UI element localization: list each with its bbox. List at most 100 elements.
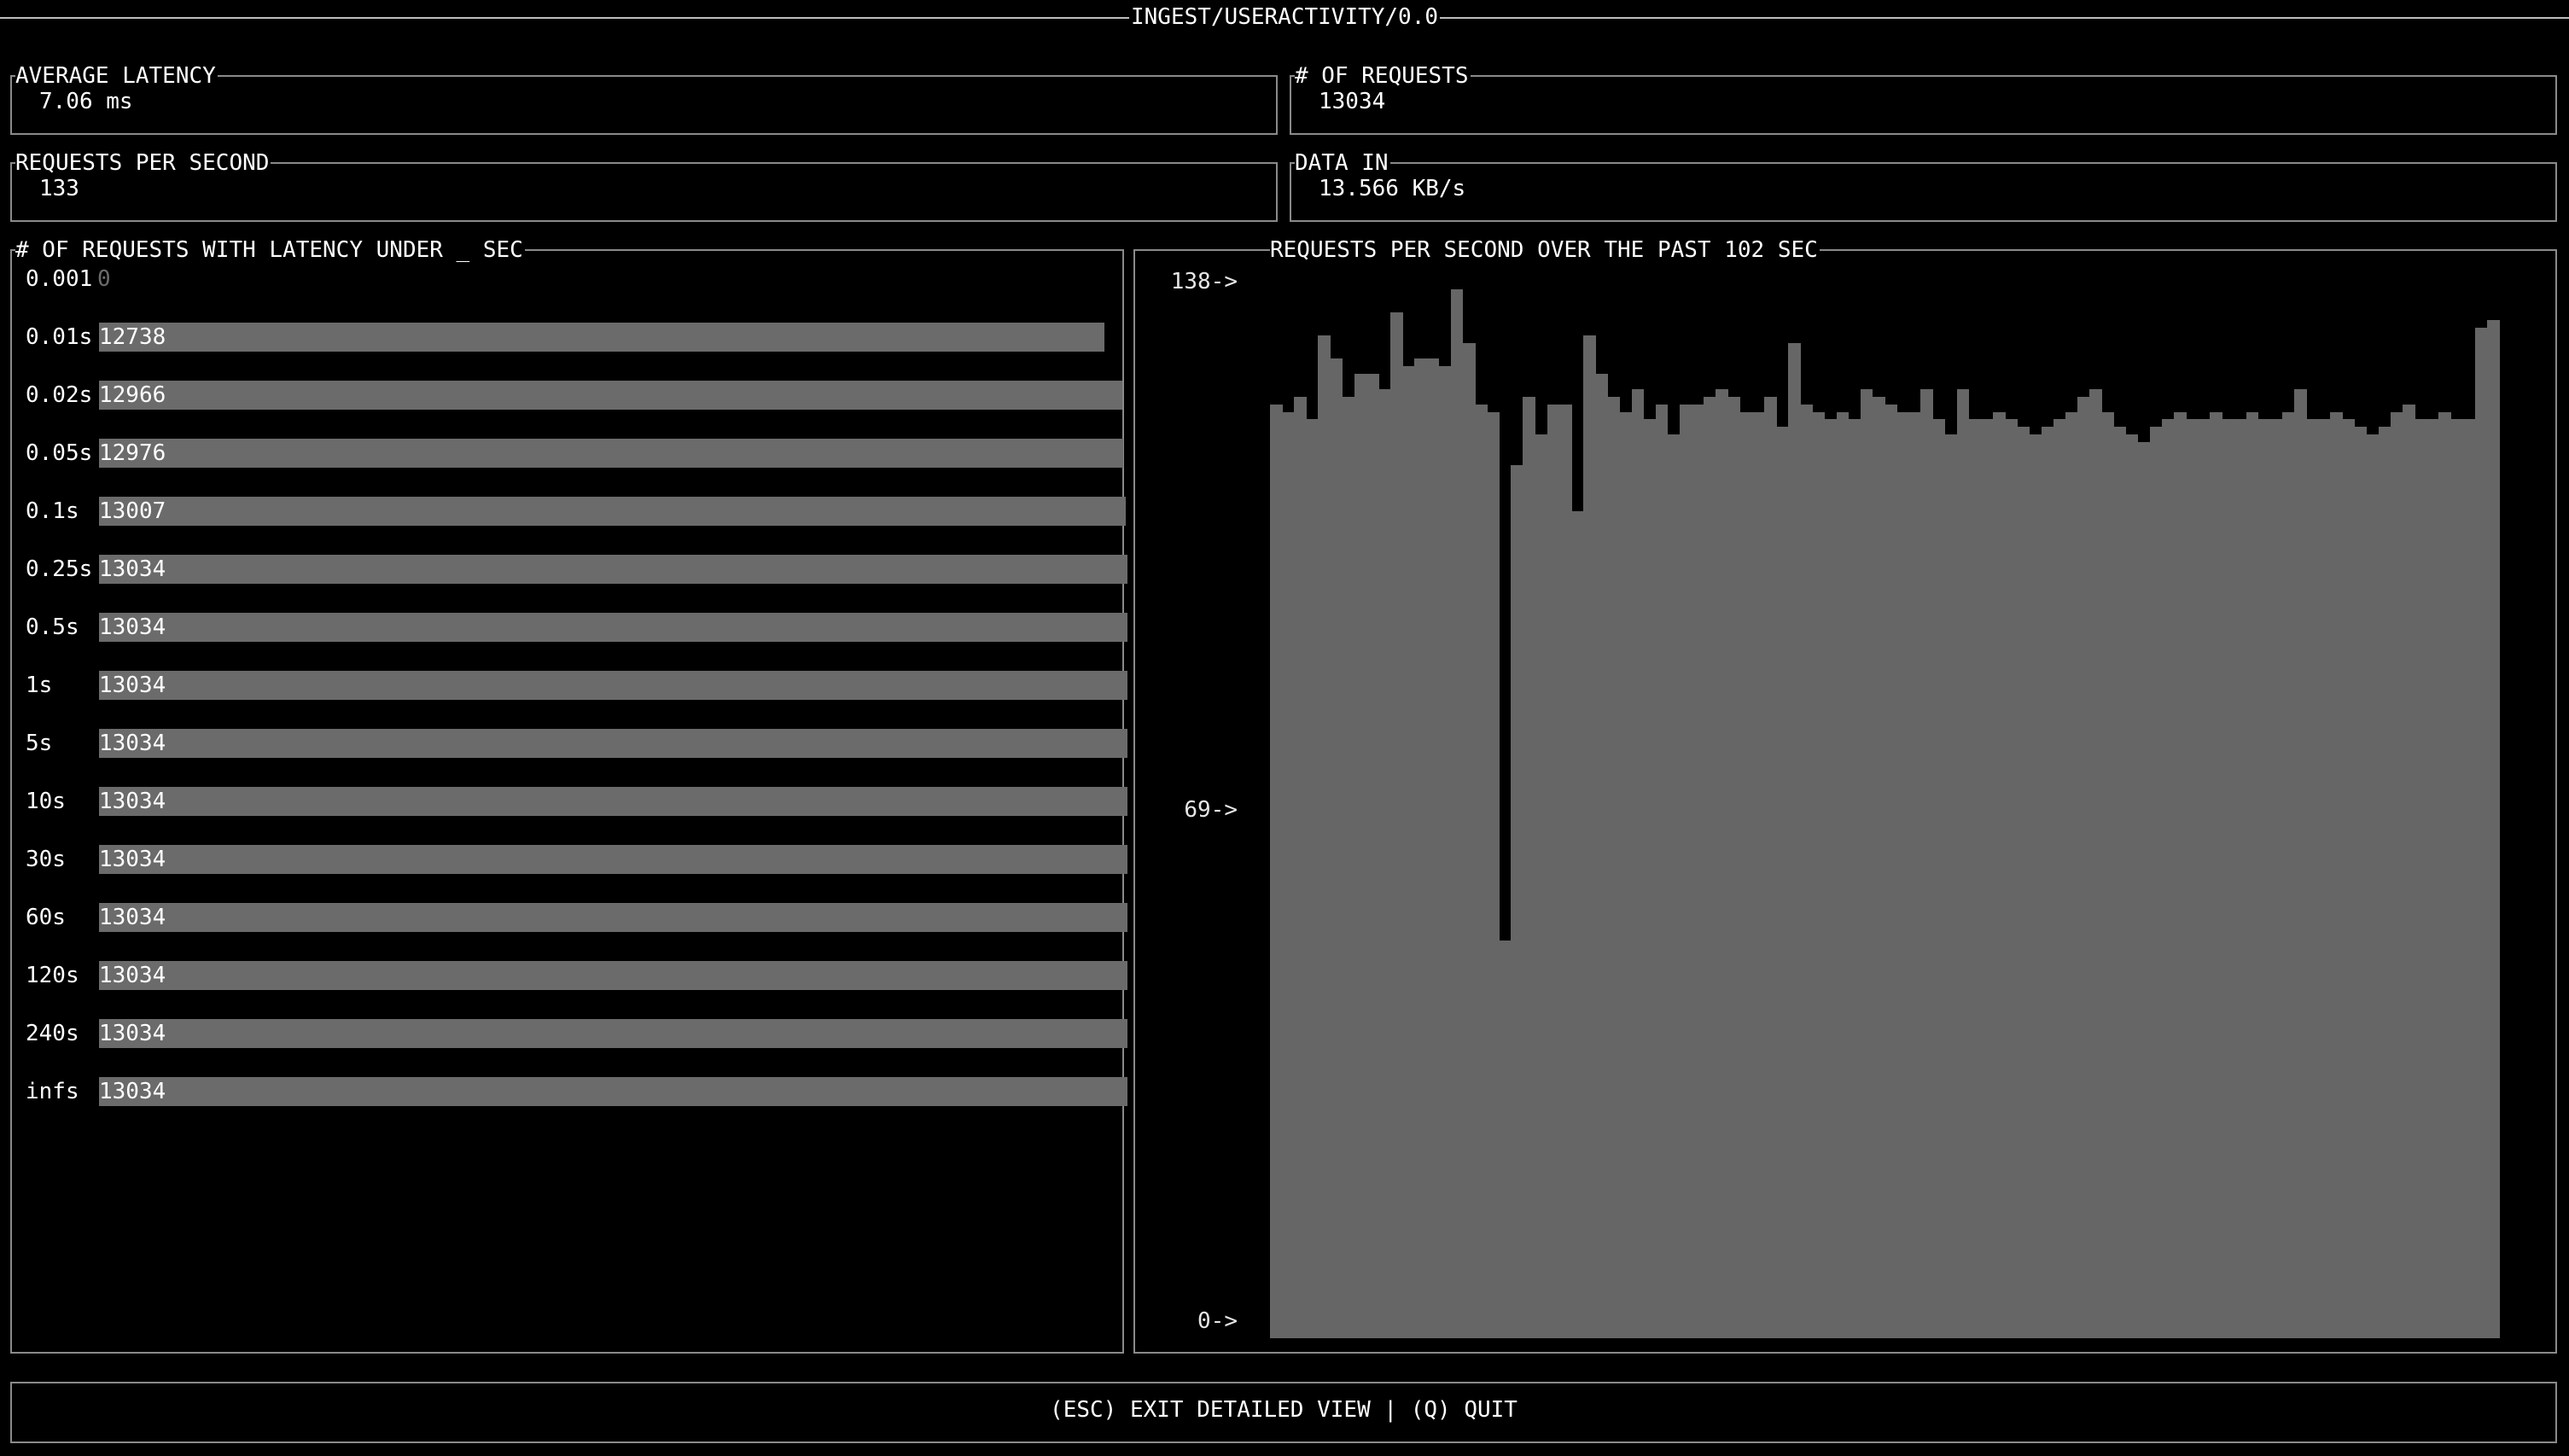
rps-bar <box>1739 411 1753 1338</box>
histogram-count: 13034 <box>99 614 166 640</box>
rps-bar <box>2234 419 2247 1338</box>
rps-bar <box>2246 411 2259 1338</box>
rps-bar <box>1511 465 1524 1338</box>
rps-bar <box>2089 388 2102 1338</box>
rps-bar <box>2029 434 2042 1338</box>
histogram-count: 13034 <box>99 847 166 872</box>
rps-bar <box>1487 411 1500 1338</box>
histogram-row-label: infs <box>26 1079 79 1104</box>
footer-text: (ESC) EXIT DETAILED VIEW | (Q) QUIT <box>12 1395 2555 1424</box>
histogram-bar <box>99 903 1127 932</box>
rps-bar <box>1558 404 1572 1338</box>
rps-bar <box>1800 404 1813 1338</box>
histogram-row-label: 1s <box>26 673 53 698</box>
histogram-count: 13034 <box>99 673 166 698</box>
rps-bar <box>1523 396 1536 1338</box>
histogram-bar <box>99 439 1123 468</box>
rps-bar <box>2438 411 2452 1338</box>
rps-bar <box>1848 419 1861 1338</box>
rps-bar <box>1366 373 1379 1338</box>
histogram-row-label: 30s <box>26 847 66 872</box>
rps-bar <box>1727 396 1741 1338</box>
page-title: INGEST/USERACTIVITY/0.0 <box>1128 4 1441 30</box>
rps-bar <box>1944 434 1958 1338</box>
histogram-count: 13034 <box>99 905 166 930</box>
rps-bar <box>1680 404 1692 1338</box>
histogram-row-label: 0.5s <box>26 614 79 640</box>
histogram-count: 13034 <box>99 1021 166 1046</box>
rps-bar <box>1438 365 1452 1338</box>
latency-histogram-panel: # OF REQUESTS WITH LATENCY UNDER _ SEC 0… <box>10 236 1127 1354</box>
rps-bar <box>1824 419 1838 1338</box>
histogram-bar <box>99 555 1127 584</box>
page-title-wrap: INGEST/USERACTIVITY/0.0 <box>0 3 2569 32</box>
rps-bar <box>2354 427 2368 1338</box>
histogram-bar <box>99 1077 1127 1106</box>
rps-bar <box>1414 358 1428 1338</box>
y-tick-label: 138-> <box>1170 269 1238 294</box>
histogram-row-label: 5s <box>26 731 53 756</box>
histogram-bar <box>99 729 1127 758</box>
rps-bar <box>1378 388 1391 1338</box>
rps-bar <box>1908 411 1921 1338</box>
rps-bar <box>1704 396 1716 1338</box>
histogram-bar <box>99 671 1127 700</box>
rps-bar <box>1631 388 1645 1338</box>
quit-button[interactable]: (Q) QUIT <box>1411 1397 1518 1423</box>
rps-chart-title: REQUESTS PER SECOND OVER THE PAST 102 SE… <box>1270 236 1820 265</box>
rps-bar <box>2269 419 2283 1338</box>
rps-bar <box>1607 396 1620 1338</box>
data-in-value: 13.566 KB/s <box>1319 176 1466 201</box>
rps-bar <box>2053 419 2066 1338</box>
histogram-row-label: 0.05s <box>26 440 93 466</box>
rps-bar <box>1499 940 1512 1338</box>
rps-bar <box>2403 404 2415 1338</box>
average-latency-label: AVERAGE LATENCY <box>15 61 218 90</box>
histogram-count: 13034 <box>99 731 166 756</box>
rps-bar <box>1812 411 1825 1338</box>
rps-bar <box>1426 358 1440 1338</box>
requests-per-second-box: REQUESTS PER SECOND 133 <box>10 149 1278 222</box>
rps-bar <box>2161 419 2175 1338</box>
rps-bar <box>2017 427 2030 1338</box>
rps-bar <box>1330 358 1343 1338</box>
histogram-row-label: 0.25s <box>26 556 93 582</box>
num-requests-box: # OF REQUESTS 13034 <box>1290 61 2557 135</box>
rps-bar <box>2450 419 2464 1338</box>
rps-bar <box>2415 419 2427 1338</box>
histogram-bar <box>99 1019 1127 1048</box>
rps-bar <box>2005 419 2018 1338</box>
requests-per-second-label: REQUESTS PER SECOND <box>15 149 271 178</box>
rps-bar <box>1751 411 1765 1338</box>
histogram-bar <box>99 497 1126 526</box>
histogram-bar <box>99 845 1127 874</box>
histogram-count: 13034 <box>99 789 166 814</box>
rps-bar <box>2125 434 2139 1338</box>
rps-bar <box>2474 327 2488 1338</box>
rps-bar <box>1836 411 1850 1338</box>
rps-bar <box>1475 404 1488 1338</box>
exit-detailed-view-button[interactable]: (ESC) EXIT DETAILED VIEW <box>1050 1397 1371 1423</box>
average-latency-box: AVERAGE LATENCY 7.06 ms <box>10 61 1278 135</box>
requests-per-second-value: 133 <box>39 176 79 201</box>
rps-bar <box>1282 411 1295 1338</box>
histogram-row-label: 0.001 <box>26 266 93 292</box>
footer-bar: (ESC) EXIT DETAILED VIEW | (Q) QUIT <box>10 1382 2557 1443</box>
histogram-row-label: 0.02s <box>26 382 93 408</box>
average-latency-value: 7.06 ms <box>39 89 133 114</box>
histogram-count: 12738 <box>99 324 166 350</box>
rps-bar <box>2137 442 2151 1338</box>
histogram-count: 13034 <box>99 556 166 582</box>
rps-bar <box>2390 411 2403 1338</box>
rps-bar <box>1920 388 1934 1338</box>
rps-bar <box>2281 411 2295 1338</box>
rps-bar <box>1885 404 1897 1338</box>
histogram-count: 12976 <box>99 440 166 466</box>
rps-bar <box>1788 342 1801 1338</box>
rps-bar <box>1318 335 1331 1338</box>
rps-bar <box>2486 319 2500 1338</box>
rps-bar <box>1655 404 1669 1338</box>
rps-bar <box>2041 427 2054 1338</box>
rps-bar <box>1968 419 1982 1338</box>
rps-bar <box>2462 419 2476 1338</box>
